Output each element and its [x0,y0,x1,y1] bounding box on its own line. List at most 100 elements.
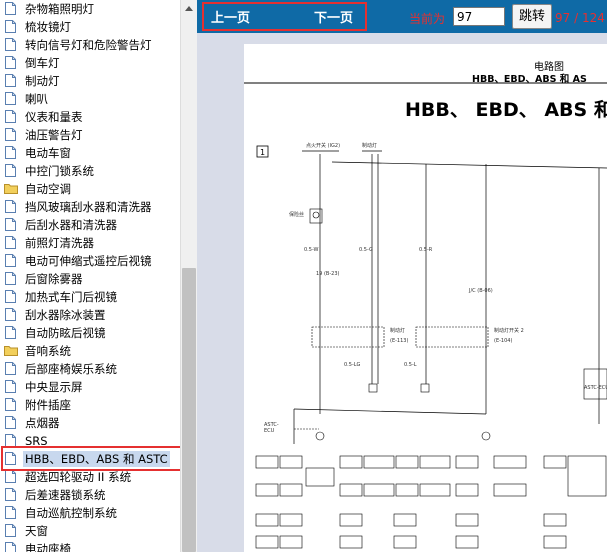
selection-highlight-box [1,446,180,471]
tree-page-item[interactable]: 后部座椅娱乐系统 [0,360,178,378]
svg-text:0.5-R: 0.5-R [419,247,433,253]
tree-item-label: 音响系统 [25,344,71,358]
document-icon [5,416,16,429]
svg-text:0.5-G: 0.5-G [359,247,373,253]
document-subtitle: HBB、EBD、ABS 和 AS [472,74,587,85]
tree-page-item[interactable]: 自动巡航控制系统 [0,504,178,522]
document-icon [5,542,16,552]
tree-page-item[interactable]: 倒车灯 [0,54,178,72]
document-icon [5,110,16,123]
tree-page-item[interactable]: 后刮水器和清洗器 [0,216,178,234]
current-page-label: 当前为 [409,12,446,26]
tree-item-label: 自动空调 [25,182,71,196]
tree-item-label: 中控门锁系统 [25,164,94,178]
document-icon [5,524,16,537]
svg-text:制动灯: 制动灯 [390,327,405,334]
document-icon [5,218,16,231]
svg-text:19 (B-23): 19 (B-23) [316,271,339,277]
tree-item-label: 中央显示屏 [25,380,83,394]
tree-page-item[interactable]: 电动可伸缩式遥控后视镜 [0,252,178,270]
svg-text:制动灯开关 2: 制动灯开关 2 [494,327,524,334]
svg-text:1: 1 [260,148,265,157]
svg-text:点火开关 (IG2): 点火开关 (IG2) [306,142,340,149]
tree-item-label: 杂物箱照明灯 [25,2,94,16]
tree-item-label: 仪表和量表 [25,110,83,124]
page-number-input[interactable] [453,7,505,26]
tree-page-item[interactable]: 油压警告灯 [0,126,178,144]
tree-page-item[interactable]: 制动灯 [0,72,178,90]
tree-item-label: 电动车窗 [25,146,71,160]
tree-page-item[interactable]: 中控门锁系统 [0,162,178,180]
svg-text:J/C (B-06): J/C (B-06) [468,288,493,294]
svg-text:0.5-LG: 0.5-LG [344,362,361,368]
tree-item-label: 电动可伸缩式遥控后视镜 [25,254,152,268]
tree-page-item[interactable]: 挡风玻璃刮水器和清洗器 [0,198,178,216]
document-icon [5,470,16,483]
tree-page-item[interactable]: 喇叭 [0,90,178,108]
svg-text:保险丝: 保险丝 [289,211,304,218]
next-page-button[interactable]: 下一页 [314,7,353,26]
document-icon [5,506,16,519]
page-count-indicator: 97 / 124 [555,11,605,25]
tree-page-item[interactable]: 杂物箱照明灯 [0,0,178,18]
scroll-up-arrow-icon[interactable] [181,0,197,16]
tree-item-label: 电动座椅 [25,542,71,552]
document-icon [5,236,16,249]
tree-folder-item[interactable]: 音响系统 [0,342,178,360]
tree-page-item[interactable]: 电动车窗 [0,144,178,162]
document-icon [5,146,16,159]
tree-item-label: 后差速器锁系统 [25,488,106,502]
tree-page-item[interactable]: 中央显示屏 [0,378,178,396]
document-icon [5,290,16,303]
tree-page-item[interactable]: 附件插座 [0,396,178,414]
tree-page-item[interactable]: 点烟器 [0,414,178,432]
tree-item-label: 加热式车门后视镜 [25,290,117,304]
tree-page-item[interactable]: 后差速器锁系统 [0,486,178,504]
tree-item-label: 后刮水器和清洗器 [25,218,117,232]
tree-item-label: 喇叭 [25,92,48,106]
tree-item-label: 点烟器 [25,416,60,430]
prev-page-button[interactable]: 上一页 [211,7,250,26]
svg-text:0.5-W: 0.5-W [304,247,319,253]
svg-text:(E-113): (E-113) [390,338,408,344]
sidebar-scrollbar[interactable] [180,0,197,552]
tree-page-item[interactable]: 转向信号灯和危险警告灯 [0,36,178,54]
tree-item-label: 挡风玻璃刮水器和清洗器 [25,200,152,214]
tree-page-item[interactable]: 加热式车门后视镜 [0,288,178,306]
tree-page-item[interactable]: 电动座椅 [0,540,178,552]
document-icon [5,92,16,105]
scrollbar-thumb[interactable] [182,268,196,552]
folder-icon [4,183,18,194]
document-icon [5,2,16,15]
tree-item-label: 倒车灯 [25,56,60,70]
tree-page-item[interactable]: 天窗 [0,522,178,540]
document-icon [5,308,16,321]
tree-item-label: 后窗除雾器 [25,272,83,286]
tree-page-item[interactable]: 自动防眩后视镜 [0,324,178,342]
tree-item-label: 附件插座 [25,398,71,412]
document-icon [5,20,16,33]
document-viewer: 上一页 下一页 当前为 跳转 97 / 124 1 点火开关 (IG2) 制动灯 [197,0,607,552]
svg-text:ASTC-ECU: ASTC-ECU [584,385,607,391]
tree-page-item[interactable]: 前照灯清洗器 [0,234,178,252]
tree-item-label: 梳妆镜灯 [25,20,71,34]
tree-item-label: 自动巡航控制系统 [25,506,117,520]
tree-page-item[interactable]: 梳妆镜灯 [0,18,178,36]
tree-item-label: 油压警告灯 [25,128,83,142]
document-icon [5,380,16,393]
tree-folder-item[interactable]: 自动空调 [0,180,178,198]
jump-button[interactable]: 跳转 [512,4,552,29]
document-icon [5,326,16,339]
tree-page-item[interactable]: 刮水器除冰装置 [0,306,178,324]
tree-page-item[interactable]: 后窗除雾器 [0,270,178,288]
tree-item-label: 天窗 [25,524,48,538]
page-toolbar: 上一页 下一页 当前为 跳转 97 / 124 [197,0,607,33]
svg-text:0.5-L: 0.5-L [404,362,417,368]
tree-item-label: 后部座椅娱乐系统 [25,362,117,376]
tree-item-label: 转向信号灯和危险警告灯 [25,38,152,52]
svg-text:制动灯: 制动灯 [362,142,377,149]
document-icon [5,200,16,213]
document-icon [5,128,16,141]
tree-page-item[interactable]: 仪表和量表 [0,108,178,126]
tree-item-label: 制动灯 [25,74,60,88]
